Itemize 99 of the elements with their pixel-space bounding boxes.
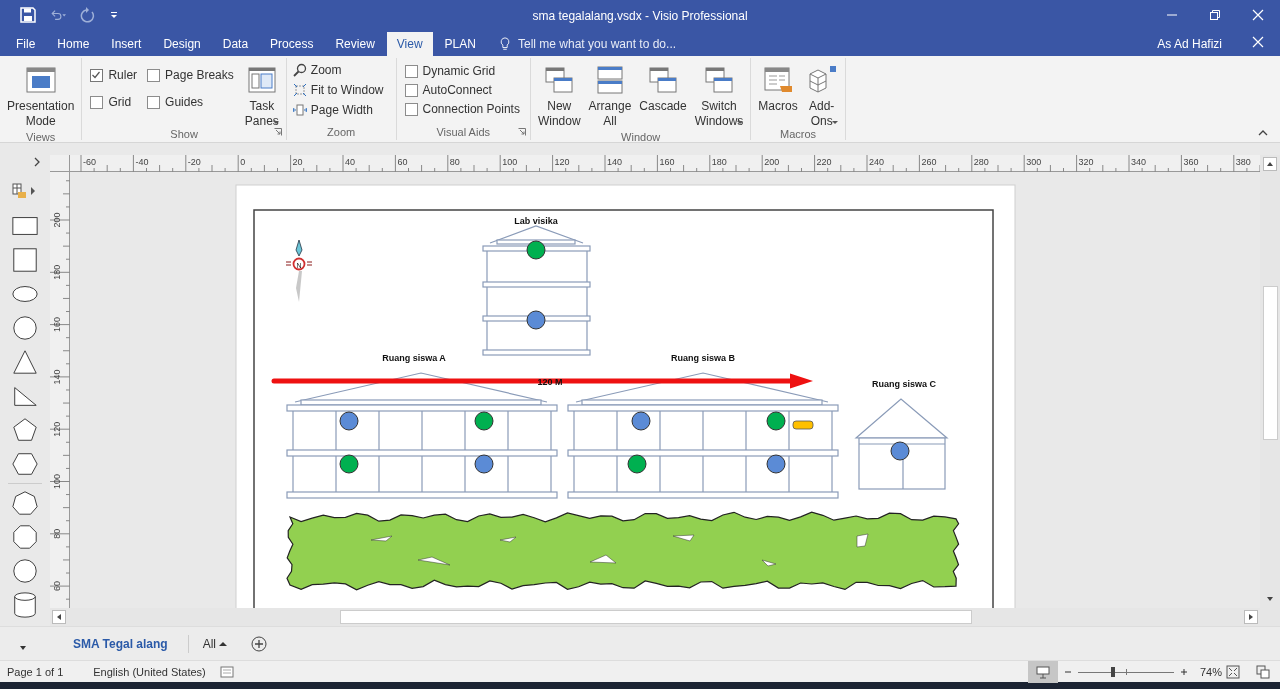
checkbox-option[interactable]: Guides (147, 95, 234, 109)
user-name[interactable]: As Ad Hafizi (1157, 32, 1222, 56)
checkbox-option[interactable]: Dynamic Grid (404, 64, 520, 78)
caret-icon (737, 121, 744, 125)
group-label: Zoom (327, 126, 356, 138)
ribbon-button[interactable]: Switch Windows (691, 62, 747, 127)
dialog-launcher-icon[interactable] (273, 128, 282, 136)
ribbon-tab[interactable]: Design (153, 32, 211, 56)
lightbulb-icon (497, 37, 512, 51)
checkbox-option[interactable]: Grid (90, 95, 138, 109)
switch-windows-icon[interactable] (1256, 664, 1270, 679)
scroll-left-icon[interactable] (52, 610, 66, 624)
heptagon-shape-icon[interactable] (11, 489, 39, 517)
group-label: Show (170, 127, 198, 140)
customize-icon[interactable] (110, 11, 118, 19)
scroll-up-icon[interactable] (1263, 157, 1277, 171)
zoom-slider-thumb[interactable] (1111, 666, 1116, 677)
checkbox-option[interactable]: AutoConnect (404, 83, 520, 97)
checkmark-icon (91, 69, 102, 80)
caret-icon (272, 121, 279, 125)
vertical-ruler: 200 180 160 140 120 100 80 60 (50, 172, 70, 608)
add-page-icon[interactable] (251, 635, 268, 652)
scroll-thumb[interactable] (1262, 286, 1278, 440)
checkbox-option[interactable]: Connection Points (404, 102, 520, 116)
fit-to-window-icon (292, 83, 307, 97)
square-shape-icon[interactable] (11, 246, 39, 274)
close-icon[interactable] (1252, 36, 1264, 48)
cylinder-shape-icon[interactable] (11, 591, 39, 619)
presentation-icon (24, 64, 57, 96)
ribbon-button[interactable]: Cascade (636, 62, 690, 116)
collapse-ribbon-icon[interactable] (1258, 130, 1268, 136)
horizontal-ruler: -60 -40 -20 0 20 40 60 80 100 120 140 160 180 200 220 240 260 280 300 320 340 360 380 (70, 155, 1260, 172)
ribbon-button[interactable]: Add-Ons (802, 62, 841, 127)
circle-shape-icon[interactable] (11, 557, 39, 585)
ribbon-button[interactable]: Presentation Mode (4, 62, 78, 131)
page-width-icon (292, 103, 307, 117)
compass-drawing (285, 239, 313, 302)
close-icon[interactable] (1252, 9, 1264, 21)
ribbon-tab[interactable]: Review (325, 32, 385, 56)
zoom-slider[interactable] (1077, 664, 1174, 679)
building-label: Ruang siswa C (872, 379, 936, 389)
tell-me-field[interactable]: Tell me what you want to do... (497, 32, 710, 56)
ribbon-tab[interactable]: Data (212, 32, 259, 56)
zoom-level[interactable]: 74% (1199, 665, 1222, 678)
ribbon-tab[interactable]: Home (47, 32, 100, 56)
building-label: Ruang siswa B (671, 353, 735, 363)
search-icon (292, 63, 307, 77)
ribbon-tab[interactable]: Insert (101, 32, 152, 56)
triangle-shape-icon[interactable] (11, 348, 39, 376)
group-label: Macros (780, 127, 817, 140)
building-label: Lab visika (514, 216, 558, 226)
ruler-corner (50, 155, 70, 172)
ribbon-tab[interactable]: File (6, 32, 46, 56)
caret-icon (831, 121, 838, 125)
ribbon-button[interactable]: New Window (534, 62, 584, 131)
window-title: sma tegalalang.vsdx - Visio Professional (532, 9, 748, 23)
page-tab[interactable]: SMA Tegal alang (67, 632, 174, 655)
save-icon[interactable] (20, 7, 36, 23)
scroll-thumb[interactable] (340, 610, 972, 624)
ribbon-tab[interactable]: Process (260, 32, 324, 56)
checkbox-option[interactable]: Page Breaks (147, 68, 234, 82)
ribbon-button[interactable]: Task Panes (241, 62, 282, 127)
hexagon-shape-icon[interactable] (11, 450, 39, 478)
octagon-shape-icon[interactable] (11, 523, 39, 551)
more-shapes-icon[interactable] (19, 644, 27, 651)
ribbon-tab[interactable]: PLAN (434, 32, 486, 56)
new-window-icon (543, 64, 576, 96)
expand-icon[interactable] (34, 157, 40, 167)
pentagon-shape-icon[interactable] (11, 416, 39, 444)
building-label: Ruang siswa A (382, 353, 446, 363)
stencil-menu-icon[interactable] (12, 183, 38, 199)
zoom-command[interactable]: Fit to Window (292, 82, 384, 98)
circle-shape-icon[interactable] (11, 314, 39, 342)
ribbon-button[interactable]: Macros (755, 62, 801, 116)
switch-windows-icon (703, 64, 735, 96)
group-label: Views (26, 131, 56, 143)
fit-page-icon[interactable] (1226, 664, 1240, 679)
all-pages-button[interactable]: All (187, 634, 238, 653)
group-label: Visual Aids (436, 126, 490, 138)
presentation-mode-button[interactable] (1027, 660, 1058, 683)
restore-icon[interactable] (1209, 9, 1221, 21)
group-label: Window (621, 131, 661, 143)
distance-label: 120 M (537, 376, 563, 387)
undo-icon[interactable] (50, 7, 66, 23)
language-status[interactable]: English (United States) (93, 665, 206, 678)
checkbox-option[interactable]: Ruler (90, 68, 138, 82)
zoom-in-icon[interactable] (1179, 667, 1188, 676)
ribbon-button[interactable]: Arrange All (585, 62, 635, 131)
redo-icon[interactable] (80, 7, 96, 23)
task-panes-icon (245, 64, 278, 96)
zoom-command[interactable]: Zoom (292, 62, 384, 78)
ribbon-tab[interactable]: View (386, 32, 433, 56)
dialog-launcher-icon[interactable] (517, 128, 526, 136)
presentation-icon (1035, 664, 1050, 679)
caret-icon (219, 640, 228, 647)
zoom-command[interactable]: Page Width (292, 102, 384, 118)
scroll-right-icon[interactable] (1244, 610, 1258, 624)
cascade-windows-icon (647, 64, 679, 96)
page-count[interactable]: Page 1 of 1 (7, 665, 64, 678)
